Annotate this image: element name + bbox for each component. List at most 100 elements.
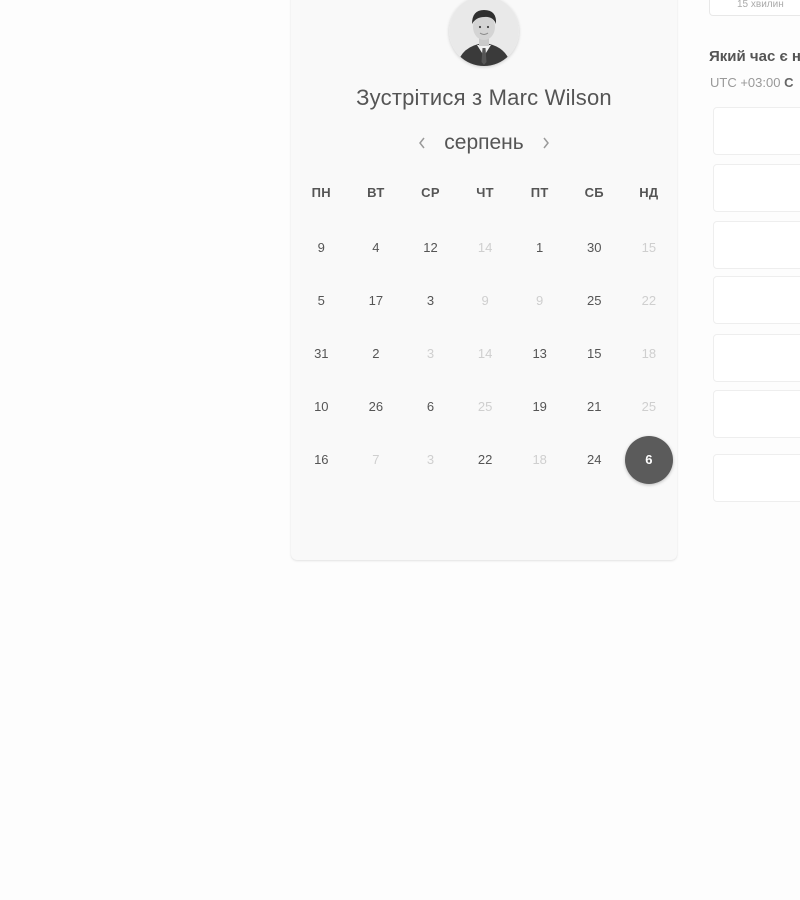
unavailable-day: 18	[512, 433, 567, 486]
time-slot[interactable]	[713, 276, 800, 324]
unavailable-day: 9	[512, 274, 567, 327]
weekday-label: ПТ	[530, 185, 549, 200]
unavailable-day: 9	[458, 274, 513, 327]
day-number: 16	[314, 452, 329, 467]
day-number: 31	[314, 346, 329, 361]
time-slot[interactable]	[713, 390, 800, 438]
selected-day[interactable]: 6	[622, 433, 677, 486]
available-day[interactable]: 2	[349, 327, 404, 380]
day-number: 2	[372, 346, 380, 361]
weekday-header: ПН ВТ СР ЧТ ПТ СБ НД	[294, 185, 674, 200]
available-day[interactable]: 9	[294, 221, 349, 274]
unavailable-day: 18	[622, 327, 677, 380]
available-day[interactable]: 17	[349, 274, 404, 327]
unavailable-day: 14	[458, 327, 513, 380]
day-number: 14	[477, 240, 493, 255]
day-number: 6	[426, 399, 435, 414]
day-number: 9	[536, 293, 544, 308]
available-day[interactable]: 25	[567, 274, 622, 327]
meeting-title: Зустрітися з Marc Wilson	[356, 85, 612, 110]
day-number: 3	[426, 452, 435, 467]
weekday-label: ВТ	[367, 185, 385, 200]
day-number: 3	[426, 346, 435, 361]
available-day[interactable]: 16	[294, 433, 349, 486]
timezone-name: С	[784, 75, 794, 90]
day-number: 9	[481, 293, 489, 308]
available-day[interactable]: 4	[349, 221, 404, 274]
avatar	[449, 0, 519, 66]
days-grid: 9 4 12 14 1 30 15 5 17 3 9 9 25 22 31 2 3 14 13 15 18 10 26 6 25…	[294, 221, 674, 486]
available-day[interactable]: 5	[294, 274, 349, 327]
day-number: 1	[536, 240, 544, 255]
month-navigation: серпень	[291, 130, 677, 156]
day-number: 9	[317, 240, 325, 255]
available-day[interactable]: 21	[567, 380, 622, 433]
available-day[interactable]: 13	[512, 327, 567, 380]
chevron-right-icon[interactable]	[538, 132, 554, 154]
available-day[interactable]: 19	[512, 380, 567, 433]
unavailable-day: 3	[403, 433, 458, 486]
day-number: 18	[641, 346, 657, 361]
calendar-card: Зустрітися з Marc Wilson серпень ПН ВТ СР Ч…	[291, 0, 677, 560]
duration-label: 15 хвилин	[737, 0, 784, 10]
day-number: 3	[426, 293, 435, 308]
timezone-selector[interactable]: UTC +03:00 С	[710, 75, 793, 90]
day-number: 10	[314, 399, 329, 414]
chevron-left-icon[interactable]	[414, 132, 430, 154]
day-number: 25	[587, 293, 602, 308]
day-number: 19	[532, 399, 547, 414]
day-number: 7	[372, 452, 380, 467]
day-number: 22	[641, 293, 657, 308]
unavailable-day: 14	[458, 221, 513, 274]
time-slot[interactable]	[713, 334, 800, 382]
available-day[interactable]: 10	[294, 380, 349, 433]
unavailable-day: 3	[403, 327, 458, 380]
weekday-label: ЧТ	[476, 185, 494, 200]
available-day[interactable]: 31	[294, 327, 349, 380]
day-number: 4	[372, 240, 380, 255]
weekday-label: СР	[421, 185, 440, 200]
weekday-label: ПН	[311, 185, 331, 200]
unavailable-day: 7	[349, 433, 404, 486]
time-question-heading: Який час є н	[709, 48, 800, 65]
available-day[interactable]: 26	[349, 380, 404, 433]
day-number: 17	[368, 293, 384, 308]
available-day[interactable]: 1	[512, 221, 567, 274]
timezone-offset: UTC +03:00	[710, 75, 781, 90]
day-number: 22	[477, 452, 493, 467]
day-number: 13	[532, 346, 547, 361]
weekday-label: НД	[639, 185, 659, 200]
unavailable-day: 25	[458, 380, 513, 433]
available-day[interactable]: 12	[403, 221, 458, 274]
day-number: 5	[317, 293, 325, 308]
duration-selector[interactable]: 15 хвилин	[709, 0, 800, 16]
time-slot[interactable]	[713, 164, 800, 212]
unavailable-day: 15	[622, 221, 677, 274]
day-number: 15	[587, 346, 602, 361]
booking-page: Зустрітися з Marc Wilson серпень ПН ВТ СР Ч…	[0, 0, 800, 900]
time-selection-panel: 15 хвилин Який час є н UTC +03:00 С	[709, 0, 800, 520]
available-day[interactable]: 15	[567, 327, 622, 380]
weekday-label: СБ	[584, 185, 604, 200]
unavailable-day: 25	[622, 380, 677, 433]
month-label: серпень	[444, 131, 524, 154]
available-day[interactable]: 3	[403, 274, 458, 327]
day-number: 25	[477, 399, 493, 414]
unavailable-day: 22	[622, 274, 677, 327]
available-day[interactable]: 30	[567, 221, 622, 274]
available-day[interactable]: 22	[458, 433, 513, 486]
day-number: 6	[624, 435, 673, 484]
available-day[interactable]: 24	[567, 433, 622, 486]
day-number: 14	[477, 346, 493, 361]
available-day[interactable]: 6	[403, 380, 458, 433]
day-number: 25	[641, 399, 657, 414]
day-number: 30	[587, 240, 602, 255]
day-number: 21	[587, 399, 602, 414]
time-slot[interactable]	[713, 221, 800, 269]
time-slot[interactable]	[713, 107, 800, 155]
day-number: 18	[532, 452, 547, 467]
day-number: 26	[368, 399, 384, 414]
time-slot[interactable]	[713, 454, 800, 502]
day-number: 24	[587, 452, 602, 467]
day-number: 15	[641, 240, 657, 255]
